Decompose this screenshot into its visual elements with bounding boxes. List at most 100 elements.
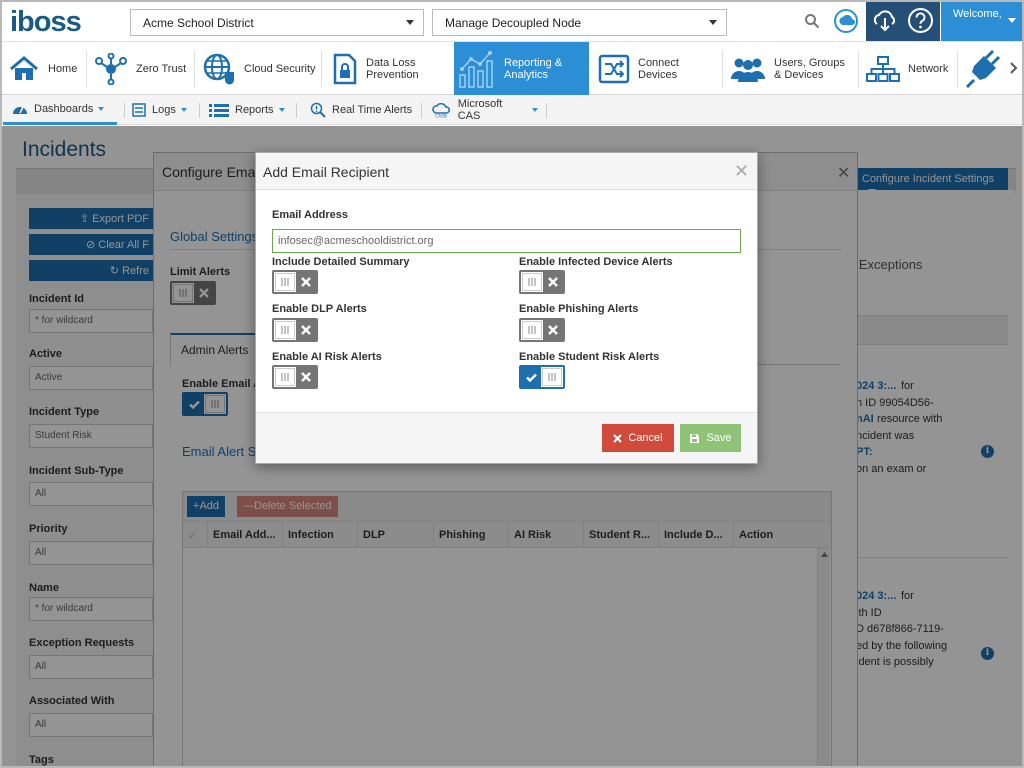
toggle-knob <box>522 273 542 291</box>
subnav-label: Dashboards <box>34 102 94 115</box>
toggle-label: Enable Infected Device Alerts <box>519 256 673 268</box>
district-select-value: Acme School District <box>143 16 254 30</box>
svg-text:CASB: CASB <box>435 113 447 118</box>
nav-item-cloud-security[interactable]: Cloud Security <box>202 42 320 95</box>
nav-item-network[interactable]: Network <box>866 42 956 95</box>
welcome-user-menu[interactable]: Welcome, <box>941 0 1024 41</box>
list-icon <box>209 104 229 117</box>
subnav-divider <box>199 103 200 118</box>
dialog-title: Add Email Recipient <box>263 164 390 180</box>
iboss-logo[interactable]: iboss <box>10 6 82 39</box>
toggle-off-side <box>296 320 316 340</box>
nav-label: Home <box>48 62 78 75</box>
email-address-label: Email Address <box>272 209 349 221</box>
include-detailed-summary-toggle[interactable] <box>272 270 318 294</box>
subnav-item-real-time-alerts[interactable]: Real Time Alerts <box>310 95 414 125</box>
button-label: Cancel <box>628 432 663 444</box>
node-select[interactable]: Manage Decoupled Node <box>432 9 727 36</box>
plug-icon[interactable] <box>964 50 1000 88</box>
nav-item-zero-trust[interactable]: Zero Trust <box>94 42 194 95</box>
toggle-off-side <box>296 272 316 292</box>
toggle-knob <box>542 368 562 386</box>
welcome-text: Welcome, <box>953 8 1002 20</box>
enable-student-risk-alerts-toggle[interactable] <box>519 365 565 389</box>
save-button[interactable]: Save <box>680 424 741 452</box>
toggle-knob <box>275 321 295 339</box>
subnav-divider <box>124 103 125 118</box>
x-icon <box>301 372 311 382</box>
alert-search-icon <box>310 102 326 118</box>
subnav-item-logs[interactable]: Logs <box>132 95 192 125</box>
top-bar: iboss Acme School District Manage Decoup… <box>0 0 1024 42</box>
subnav-item-reports[interactable]: Reports <box>209 95 289 125</box>
button-label: Save <box>706 432 732 444</box>
search-icon[interactable] <box>804 13 820 29</box>
analytics-chart-icon <box>459 50 493 88</box>
users-group-icon <box>731 58 765 82</box>
sub-nav: Dashboards Logs Reports Real Time Alerts <box>0 95 1024 125</box>
home-icon <box>10 55 38 80</box>
floppy-disk-icon <box>690 433 700 443</box>
enable-ai-risk-alerts-toggle[interactable] <box>272 365 318 389</box>
help-icon[interactable] <box>907 7 934 34</box>
grip-icon <box>528 326 536 334</box>
subnav-item-dashboards[interactable]: Dashboards <box>3 95 117 125</box>
subnav-label: Real Time Alerts <box>332 104 413 116</box>
toggle-label: Enable DLP Alerts <box>272 303 367 315</box>
nav-item-data-loss-prevention[interactable]: Data Loss Prevention <box>332 42 452 95</box>
nav-label: Network <box>908 62 949 75</box>
header-actions <box>866 0 940 41</box>
grip-icon <box>281 278 289 286</box>
chevron-down-icon <box>406 20 414 25</box>
grip-icon <box>548 373 556 381</box>
subnav-item-microsoft-cas[interactable]: CASB Microsoft CAS <box>432 95 538 125</box>
nav-divider <box>194 50 195 88</box>
nav-label: Reporting & Analytics <box>504 56 563 81</box>
x-icon <box>548 325 558 335</box>
node-select-value: Manage Decoupled Node <box>445 16 582 30</box>
network-nodes-icon <box>95 52 127 85</box>
nav-divider <box>957 50 958 88</box>
toggle-label: Enable Phishing Alerts <box>519 303 639 315</box>
cancel-button[interactable]: Cancel <box>602 424 674 452</box>
check-icon <box>525 373 537 382</box>
main-nav: Home Zero Trust Cloud Security Data Loss… <box>0 42 1024 95</box>
enable-dlp-alerts-toggle[interactable] <box>272 318 318 342</box>
toggle-label: Enable Student Risk Alerts <box>519 351 660 363</box>
nav-item-reporting-analytics[interactable]: Reporting & Analytics <box>454 42 589 95</box>
toggle-knob <box>275 273 295 291</box>
network-tree-icon <box>866 55 900 82</box>
nav-divider <box>321 50 322 88</box>
nav-label: Cloud Security <box>244 62 316 75</box>
subnav-label: Logs <box>152 104 176 116</box>
document-lock-icon <box>333 53 357 84</box>
chevron-down-icon <box>98 106 105 111</box>
dialog-header: Add Email Recipient ✕ <box>256 153 757 190</box>
nav-item-home[interactable]: Home <box>8 42 88 95</box>
toggle-off-side <box>543 320 563 340</box>
cloud-download-icon[interactable] <box>872 9 898 33</box>
nav-label: Zero Trust <box>136 62 187 75</box>
subnav-label: Reports <box>235 104 274 116</box>
enable-phishing-alerts-toggle[interactable] <box>519 318 565 342</box>
district-select[interactable]: Acme School District <box>130 9 424 36</box>
subnav-divider <box>421 103 422 118</box>
toggle-label: Enable AI Risk Alerts <box>272 351 382 363</box>
nav-label: Users, Groups & Devices <box>774 56 845 81</box>
toggle-label: Include Detailed Summary <box>272 256 410 268</box>
dashboard-gauge-icon <box>13 106 27 114</box>
subnav-divider <box>546 103 547 118</box>
grip-icon <box>528 278 536 286</box>
email-address-input[interactable]: infosec@acmeschooldistrict.org <box>272 229 741 253</box>
enable-infected-device-alerts-toggle[interactable] <box>519 270 565 294</box>
cloud-sync-icon[interactable] <box>833 8 859 34</box>
chevron-right-icon[interactable] <box>1009 62 1019 74</box>
close-icon[interactable]: ✕ <box>734 161 749 182</box>
nav-label: Connect Devices <box>638 56 679 81</box>
add-email-recipient-dialog: Add Email Recipient ✕ Email Address info… <box>255 152 758 464</box>
nav-item-users-groups-devices[interactable]: Users, Groups & Devices <box>730 42 858 95</box>
chevron-down-icon <box>1008 18 1016 23</box>
toggle-knob <box>275 368 295 386</box>
nav-item-connect-devices[interactable]: Connect Devices <box>598 42 718 95</box>
x-icon <box>301 277 311 287</box>
